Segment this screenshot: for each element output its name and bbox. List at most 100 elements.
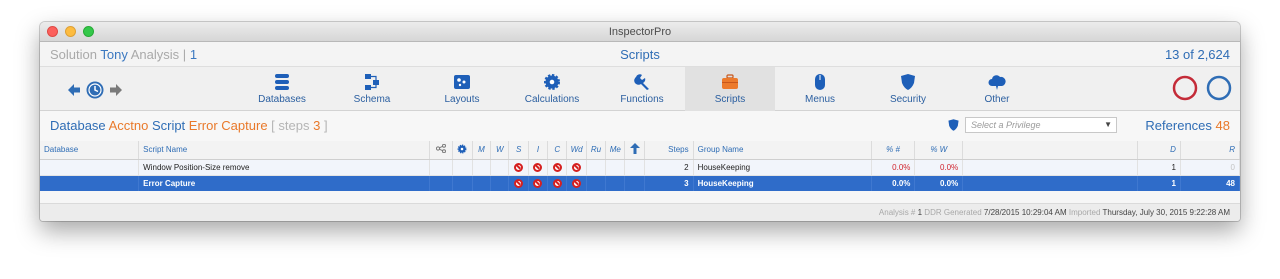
cell-steps: 2 — [644, 159, 694, 176]
prohibited-icon — [572, 178, 582, 188]
col-database[interactable]: Database — [40, 141, 140, 160]
col-r[interactable]: R — [1180, 141, 1240, 160]
zoom-window-button[interactable] — [83, 26, 94, 37]
col-w[interactable]: W — [490, 141, 510, 160]
privilege-select[interactable]: Select a Privilege ▼ — [965, 117, 1117, 133]
scripts-table: Database Script Name M W S I C Wd Ru Me … — [40, 141, 1240, 191]
tab-menus[interactable]: Menus — [775, 67, 865, 111]
database-icon — [275, 74, 289, 90]
col-share-icon[interactable] — [429, 141, 453, 160]
col-s[interactable]: S — [508, 141, 529, 160]
tab-schema[interactable]: Schema — [327, 67, 417, 111]
context-bar: Database Acctno Script Error Capture [ s… — [40, 111, 1240, 141]
cell-empty — [429, 175, 453, 191]
back-arrow-icon[interactable] — [68, 84, 80, 96]
prohibited-icon — [572, 162, 582, 172]
section-title: Scripts — [620, 47, 660, 62]
cell-empty — [962, 175, 1139, 191]
table-row[interactable]: Window Position-Size remove 2 HouseKeepi… — [40, 159, 1240, 176]
app-window: InspectorPro Solution Tony Analysis | 1 … — [40, 22, 1240, 221]
prohibited-icon — [552, 162, 562, 172]
cell-s — [508, 175, 529, 191]
tab-databases[interactable]: Databases — [237, 67, 327, 111]
col-group-name[interactable]: Group Name — [693, 141, 872, 160]
cell-empty — [472, 159, 492, 176]
col-pct-w[interactable]: % W — [914, 141, 964, 160]
script-label: Script — [151, 118, 186, 133]
cell-s — [508, 159, 529, 176]
forward-arrow-icon[interactable] — [110, 84, 122, 96]
steps-close: ] — [323, 118, 328, 133]
imported-label: Imported — [1068, 208, 1101, 217]
cell-steps: 3 — [644, 175, 694, 191]
minimize-window-button[interactable] — [65, 26, 76, 37]
cell-pct-w: 0.0% — [914, 175, 964, 191]
window-controls — [47, 26, 94, 37]
ddr-label: DDR Generated — [924, 208, 982, 217]
cell-empty — [624, 159, 645, 176]
gear-icon — [457, 144, 467, 154]
cell-empty — [605, 159, 626, 176]
cell-script-name: Window Position-Size remove — [138, 159, 431, 176]
status-footer: Analysis # 1 DDR Generated 7/28/2015 10:… — [40, 203, 1240, 221]
up-arrow-icon — [629, 143, 640, 155]
cell-empty — [962, 159, 1139, 176]
tab-calculations-label: Calculations — [524, 94, 580, 105]
col-m[interactable]: M — [472, 141, 492, 160]
mouse-icon — [815, 74, 825, 90]
table-row-selected[interactable]: Error Capture 3 HouseKeeping 0.0% 0.0% 1… — [40, 175, 1240, 191]
tab-other[interactable]: Other — [952, 67, 1042, 111]
col-d[interactable]: D — [1137, 141, 1181, 160]
cell-empty — [429, 159, 453, 176]
tab-security[interactable]: Security — [863, 67, 953, 111]
cell-d: 1 — [1137, 175, 1181, 191]
col-wd[interactable]: Wd — [566, 141, 587, 160]
analysis-label: Analysis # — [878, 208, 916, 217]
col-ru[interactable]: Ru — [586, 141, 607, 160]
cell-empty — [586, 175, 607, 191]
cloud-icon — [988, 75, 1006, 90]
cell-empty — [472, 175, 492, 191]
title-bar: InspectorPro — [40, 22, 1240, 42]
imported-value: Thursday, July 30, 2015 9:22:28 AM — [1102, 208, 1230, 217]
cell-r: 48 — [1180, 175, 1240, 191]
history-clock-icon[interactable] — [86, 81, 104, 99]
script-context: Database Acctno Script Error Capture [ s… — [50, 111, 328, 141]
references-number: 48 — [1215, 118, 1230, 133]
col-pct-num[interactable]: % # — [871, 141, 916, 160]
col-me[interactable]: Me — [605, 141, 626, 160]
col-steps[interactable]: Steps — [644, 141, 694, 160]
col-arrow-icon[interactable] — [624, 141, 645, 160]
cell-r: 0 — [1180, 159, 1240, 176]
prohibited-icon — [533, 178, 543, 188]
category-toolbar: Databases Schema Layouts Calculations Fu… — [40, 67, 1240, 111]
schema-icon — [365, 74, 379, 90]
col-i[interactable]: I — [528, 141, 549, 160]
cell-empty — [452, 175, 473, 191]
cell-c — [547, 159, 568, 176]
privilege-placeholder: Select a Privilege — [971, 120, 1041, 130]
tab-layouts[interactable]: Layouts — [417, 67, 507, 111]
col-script-name[interactable]: Script Name — [138, 141, 431, 160]
close-window-button[interactable] — [47, 26, 58, 37]
col-gear-icon[interactable] — [452, 141, 473, 160]
prohibited-icon — [552, 178, 562, 188]
tab-schema-label: Schema — [353, 94, 391, 105]
tab-functions[interactable]: Functions — [597, 67, 687, 111]
table-header-row: Database Script Name M W S I C Wd Ru Me … — [40, 141, 1240, 160]
window-title: InspectorPro — [608, 26, 672, 38]
col-c[interactable]: C — [547, 141, 568, 160]
wrench-icon — [634, 74, 649, 90]
privilege-shield-icon — [948, 119, 959, 131]
cell-empty — [624, 175, 645, 191]
tab-calculations[interactable]: Calculations — [507, 67, 597, 111]
tab-scripts[interactable]: Scripts — [685, 67, 775, 111]
cell-i — [528, 175, 549, 191]
cell-empty — [605, 175, 626, 191]
steps-count: 3 — [313, 118, 321, 133]
cell-pct-num: 0.0% — [871, 175, 916, 191]
tab-menus-label: Menus — [804, 94, 835, 105]
col-blank — [962, 141, 1139, 160]
record-count: 13 of 2,624 — [1164, 47, 1230, 62]
steps-open: [ steps — [271, 118, 310, 133]
